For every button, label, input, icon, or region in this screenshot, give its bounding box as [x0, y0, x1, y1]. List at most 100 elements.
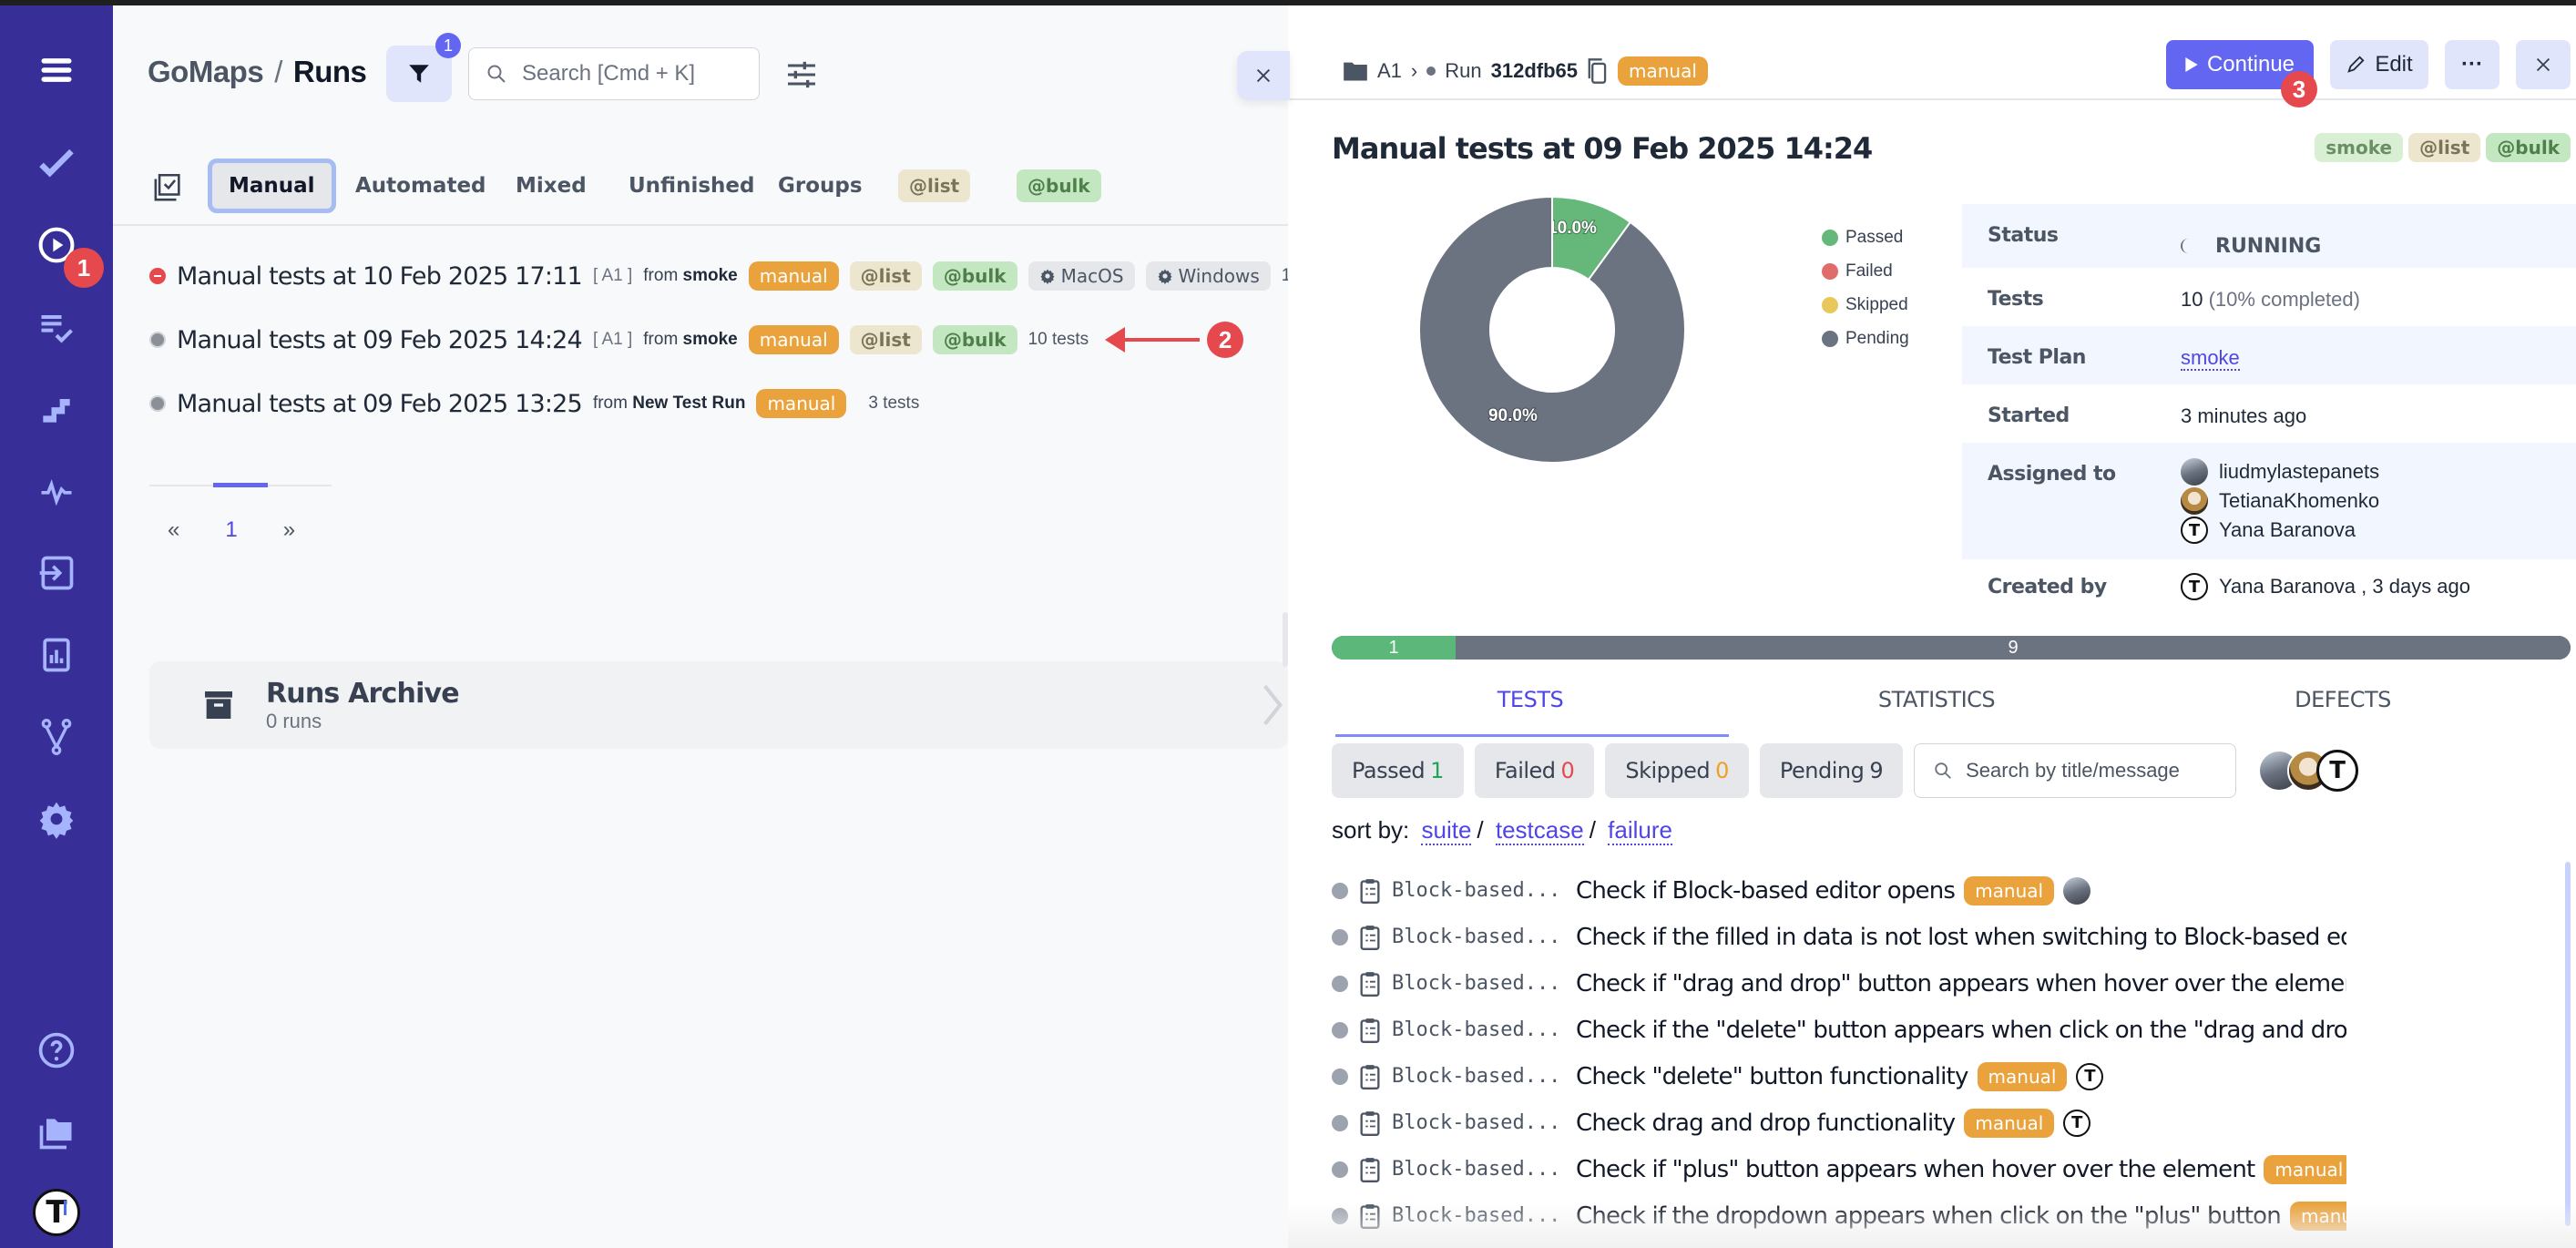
filter-failed[interactable]: Failed 0: [1474, 743, 1595, 798]
filter-passed[interactable]: Passed 1: [1332, 743, 1464, 798]
continue-button[interactable]: Continue 3: [2166, 40, 2317, 107]
sidebar-item-tests[interactable]: [0, 131, 113, 195]
test-search-box[interactable]: [1914, 743, 2237, 798]
run-type-tabs: Manual Automated Mixed Unfinished Groups…: [113, 151, 1288, 226]
user-avatar: T: [2076, 1062, 2104, 1090]
tests-count: 10: [2181, 288, 2203, 311]
sidebar-item-import[interactable]: [0, 541, 113, 605]
chart-legend: Passed Failed Skipped Pending: [1822, 220, 1909, 355]
sidebar-item-projects[interactable]: [0, 1100, 113, 1164]
legend-label: Skipped: [1845, 294, 1908, 314]
sidebar-item-runs[interactable]: 1: [0, 213, 113, 288]
test-suite: Block-based...: [1392, 879, 1561, 902]
more-options-button[interactable]: ···: [2445, 40, 2499, 89]
chevron-right-icon: [1263, 684, 1283, 726]
test-row[interactable]: Block-based... Check if the filled in dat…: [1332, 914, 2507, 960]
sort-failure[interactable]: failure: [1608, 816, 1672, 845]
user-avatar: T: [2181, 573, 2208, 600]
tab-automated[interactable]: Automated: [339, 159, 503, 213]
tab-unfinished[interactable]: Unfinished: [612, 159, 771, 213]
test-row[interactable]: Block-based... Check "delete" button func…: [1332, 1053, 2507, 1100]
tab-list-tag[interactable]: @list: [898, 159, 971, 213]
clipboard-list-icon: [1360, 1157, 1380, 1182]
close-left-panel-button[interactable]: [1237, 51, 1290, 100]
sliders-icon[interactable]: [783, 56, 820, 93]
edit-button[interactable]: Edit: [2330, 40, 2428, 89]
sidebar-item-help[interactable]: [0, 1018, 113, 1082]
filter-pending[interactable]: Pending 9: [1759, 743, 1904, 798]
runs-archive[interactable]: Runs Archive 0 runs: [149, 661, 1288, 749]
run-row[interactable]: Manual tests at 09 Feb 2025 13:25 from N…: [149, 372, 1279, 435]
legend-pending[interactable]: Pending: [1822, 322, 1909, 355]
breadcrumb-project[interactable]: GoMaps: [148, 55, 264, 88]
tab-groups[interactable]: Groups: [762, 159, 879, 213]
sort-testcase[interactable]: testcase: [1495, 816, 1584, 845]
assignee[interactable]: TetianaKhomenko: [2181, 486, 2379, 516]
search-input[interactable]: [522, 61, 741, 87]
info-label: Started: [1988, 404, 2070, 427]
assignee[interactable]: liudmylastepanets: [2181, 457, 2379, 486]
archive-title: Runs Archive: [266, 677, 460, 710]
sidebar-profile[interactable]: T: [0, 1181, 113, 1244]
test-row[interactable]: Block-based... Check if "drag and drop" b…: [1332, 960, 2507, 1007]
sidebar-item-analytics[interactable]: [0, 623, 113, 687]
import-icon: [39, 556, 74, 590]
sidebar-item-settings[interactable]: [0, 787, 113, 851]
list-tag: @list: [849, 325, 922, 354]
sort-suite[interactable]: suite: [1421, 816, 1472, 845]
assignee-filter[interactable]: T: [2258, 750, 2359, 792]
filter-count-badge: 1: [435, 33, 461, 58]
info-label: Assigned to: [1988, 463, 2116, 486]
legend-skipped[interactable]: Skipped: [1822, 288, 1909, 322]
tab-defects[interactable]: DEFECTS: [2144, 687, 2541, 712]
tests-scrollbar[interactable]: [2565, 862, 2571, 1226]
test-suite: Block-based...: [1392, 926, 1561, 948]
pagination-prev[interactable]: «: [168, 517, 179, 543]
tab-mixed[interactable]: Mixed: [499, 159, 603, 213]
legend-passed[interactable]: Passed: [1822, 220, 1909, 254]
breadcrumb-folder[interactable]: A1: [1377, 59, 1402, 83]
copy-icon[interactable]: [1587, 57, 1609, 85]
multi-select-icon[interactable]: [153, 171, 184, 202]
env-label: Windows: [1178, 265, 1260, 287]
run-row-selected[interactable]: Manual tests at 09 Feb 2025 14:24 [ A1 ]…: [149, 308, 1279, 372]
sort-separator: /: [1589, 816, 1596, 844]
test-row[interactable]: Block-based... Check if the "delete" butt…: [1332, 1007, 2507, 1053]
search-box[interactable]: [468, 47, 760, 100]
sidebar-item-steps[interactable]: [0, 377, 113, 441]
sidebar-item-branches[interactable]: [0, 705, 113, 769]
info-label: Tests: [1988, 288, 2044, 311]
tab-tests[interactable]: TESTS: [1332, 687, 1729, 712]
sidebar-item-plans[interactable]: [0, 295, 113, 359]
edit-label: Edit: [2375, 52, 2413, 77]
sort-label: sort by:: [1332, 816, 1410, 844]
play-icon: [2185, 57, 2198, 72]
test-plan-link[interactable]: smoke: [2181, 346, 2240, 371]
tab-bulk-tag[interactable]: @bulk: [1017, 159, 1101, 213]
user-avatar[interactable]: T: [2316, 750, 2359, 792]
sidebar-menu-button[interactable]: [0, 38, 113, 102]
legend-failed[interactable]: Failed: [1822, 254, 1909, 288]
test-search-input[interactable]: [1966, 759, 2231, 783]
tab-manual[interactable]: Manual: [208, 159, 336, 213]
sort-separator: /: [1477, 816, 1484, 844]
filter-label: Pending: [1779, 758, 1865, 783]
sidebar-item-pulse[interactable]: [0, 459, 113, 523]
close-detail-button[interactable]: [2516, 40, 2571, 89]
tab-statistics[interactable]: STATISTICS: [1738, 687, 2135, 712]
run-row[interactable]: Manual tests at 10 Feb 2025 17:11 [ A1 ]…: [149, 244, 1342, 308]
assignee[interactable]: T Yana Baranova: [2181, 516, 2379, 545]
test-row[interactable]: Block-based... Check drag and drop functi…: [1332, 1100, 2507, 1146]
page-title: Runs: [292, 55, 367, 88]
pagination-next[interactable]: »: [283, 517, 295, 543]
user-avatar: [2181, 458, 2208, 486]
manual-tag: manual: [1964, 1108, 2055, 1138]
test-row[interactable]: Block-based... Check if "plus" button app…: [1332, 1146, 2507, 1192]
from-label: from: [592, 394, 628, 413]
filter-skipped[interactable]: Skipped 0: [1605, 743, 1749, 798]
test-row[interactable]: Block-based... Check if Block-based edito…: [1332, 867, 2507, 914]
pending-status-icon: [149, 395, 166, 412]
close-icon: [1256, 68, 1271, 83]
donut-slice-pending[interactable]: [1418, 195, 1686, 464]
pagination-page[interactable]: 1: [225, 517, 237, 543]
